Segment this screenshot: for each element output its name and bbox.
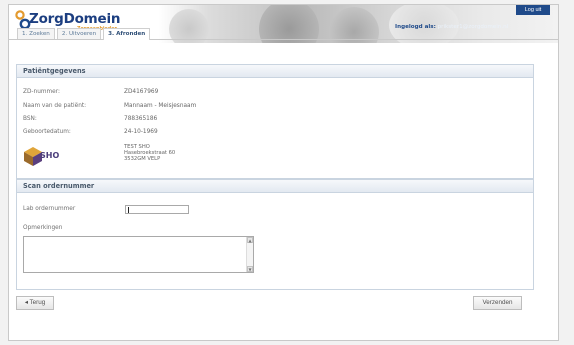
lab-order-label: Lab ordernummer	[23, 206, 76, 212]
scan-section-title: Scan ordernummer	[17, 180, 533, 193]
logo-title: ZorgDomein	[29, 11, 121, 27]
patient-name-value: Mannaam - Meisjesnaam	[124, 103, 197, 109]
header-photo	[169, 9, 209, 43]
text-cursor	[128, 207, 129, 213]
address-line: 3532GM VELP	[124, 156, 161, 162]
remarks-label: Opmerkingen	[23, 225, 63, 231]
lab-order-input[interactable]	[125, 205, 189, 214]
field-label: ZD-nummer:	[23, 89, 60, 95]
patient-panel: Patiëntgegevens ZD-nummer: ZD4167969 Naa…	[16, 64, 534, 179]
scroll-up-icon[interactable]: ▲	[247, 237, 253, 243]
header: ZorgDomein Zorgaanbieder Log uit Ingelog…	[9, 5, 558, 43]
zd-number-value: ZD4167969	[124, 89, 159, 95]
header-photo	[329, 7, 379, 43]
sho-logo: SHO	[23, 145, 69, 167]
tab-afronden[interactable]: 3. Afronden	[103, 28, 151, 40]
remarks-scrollbar[interactable]: ▲ ▼	[246, 237, 253, 272]
field-label: Naam van de patiënt:	[23, 103, 87, 109]
login-prefix: Ingelogd als:	[395, 24, 436, 30]
bsn-value: 788365186	[124, 116, 158, 122]
header-photo	[259, 5, 319, 43]
remarks-textarea[interactable]: ▲ ▼	[23, 236, 254, 273]
login-user: prikster1@zorgdomein.nl	[437, 24, 509, 30]
field-label: Geboortedatum:	[23, 129, 71, 135]
patient-section-title: Patiëntgegevens	[17, 65, 533, 78]
field-label: BSN:	[23, 116, 37, 122]
tab-zoeken[interactable]: 1. Zoeken	[17, 28, 55, 39]
scan-panel: Scan ordernummer Lab ordernummer Opmerki…	[16, 179, 534, 290]
logo: ZorgDomein Zorgaanbieder	[15, 10, 145, 32]
birthdate-value: 24-10-1969	[124, 129, 158, 135]
back-button[interactable]: ◂ Terug	[16, 296, 54, 310]
sho-logo-text: SHO	[40, 151, 60, 160]
login-info: Ingelogd als: prikster1@zorgdomein.nl	[395, 24, 508, 30]
send-button[interactable]: Verzenden	[473, 296, 522, 310]
scroll-down-icon[interactable]: ▼	[247, 266, 253, 272]
logout-button[interactable]: Log uit	[516, 5, 550, 15]
tab-uitvoeren[interactable]: 2. Uitvoeren	[56, 28, 102, 39]
step-tabs: 1. Zoeken 2. Uitvoeren 3. Afronden	[17, 28, 151, 40]
organisation-address: TEST SHO Hasebroekstraat 60 3532GM VELP	[124, 144, 175, 162]
